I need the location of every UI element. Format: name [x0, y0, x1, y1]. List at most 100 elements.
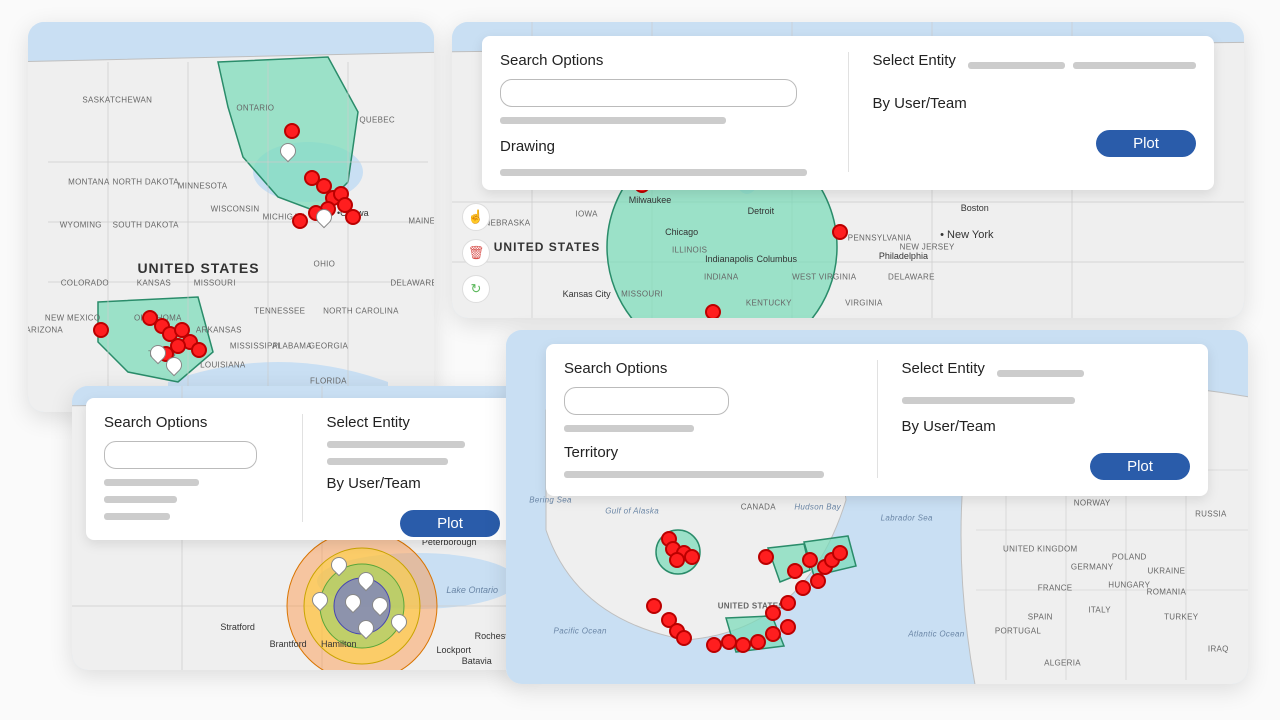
label-newmexico: NEW MEXICO: [45, 314, 100, 323]
search-panel-drawing: Search Options Drawing Select Entity By …: [482, 36, 1214, 190]
label-quebec: QUEBEC: [359, 115, 395, 124]
label-kansas: KANSAS: [137, 279, 171, 288]
label-ontario: ONTARIO: [236, 103, 274, 112]
map-marker[interactable]: [758, 549, 774, 565]
label-milwaukee: Milwaukee: [629, 195, 672, 205]
label-missouri: MISSOURI: [194, 279, 236, 288]
by-user-team-label: By User/Team: [327, 475, 501, 492]
map-marker[interactable]: [735, 637, 751, 653]
map-surface[interactable]: UNITED STATES ONTARIO QUEBEC •Ottawa SAS…: [28, 22, 434, 412]
label-kansascity: Kansas City: [563, 289, 611, 299]
placeholder-row: [564, 425, 694, 432]
label-delaware: DELAWARE: [390, 279, 434, 288]
label-france: FRANCE: [1038, 584, 1073, 593]
map-marker[interactable]: [676, 630, 692, 646]
label-labrador: Labrador Sea: [881, 513, 933, 522]
map-marker[interactable]: [284, 123, 300, 139]
map-marker[interactable]: [780, 619, 796, 635]
map-card-territory: Bering Sea Gulf of Alaska CANADA Hudson …: [506, 330, 1248, 684]
label-tennessee: TENNESSEE: [254, 306, 305, 315]
map-marker[interactable]: [832, 224, 848, 240]
map-marker[interactable]: [345, 209, 361, 225]
map-marker[interactable]: [810, 573, 826, 589]
tool-refresh-button[interactable]: ↻: [462, 275, 490, 303]
placeholder-row: [327, 458, 448, 465]
label-united-states: UNITED STATES: [494, 240, 601, 254]
placeholder-row: [1073, 62, 1196, 69]
label-indiana: INDIANA: [704, 272, 739, 281]
map-marker[interactable]: [93, 322, 109, 338]
map-card-regions: UNITED STATES ONTARIO QUEBEC •Ottawa SAS…: [28, 22, 434, 412]
label-illinois: ILLINOIS: [672, 245, 707, 254]
label-bering: Bering Sea: [529, 495, 572, 504]
label-iraq: IRAQ: [1208, 644, 1229, 653]
map-marker[interactable]: [765, 626, 781, 642]
label-poland: POLAND: [1112, 552, 1147, 561]
label-sask: SASKATCHEWAN: [82, 96, 152, 105]
map-marker[interactable]: [646, 598, 662, 614]
map-marker[interactable]: [795, 580, 811, 596]
label-indianapolis: Indianapolis: [705, 254, 753, 264]
label-montana: MONTANA: [68, 177, 110, 186]
search-options-label: Search Options: [564, 360, 853, 377]
by-user-team-label: By User/Team: [902, 418, 1191, 435]
map-marker[interactable]: [705, 304, 721, 318]
search-input[interactable]: [500, 79, 797, 107]
plot-button[interactable]: Plot: [1090, 453, 1190, 480]
search-options-label: Search Options: [104, 414, 278, 431]
label-colorado: COLORADO: [61, 279, 109, 288]
label-norway: NORWAY: [1074, 499, 1111, 508]
label-virginia: VIRGINIA: [845, 299, 883, 308]
label-newyork: • New York: [940, 229, 993, 241]
select-entity-label: Select Entity: [327, 414, 501, 431]
label-louisiana: LOUISIANA: [200, 361, 245, 370]
label-germany: GERMANY: [1071, 563, 1114, 572]
label-ncarolina: NORTH CAROLINA: [323, 306, 399, 315]
map-marker[interactable]: [292, 213, 308, 229]
label-russia: RUSSIA: [1195, 510, 1227, 519]
map-marker[interactable]: [802, 552, 818, 568]
tool-hand-button[interactable]: ☝: [462, 203, 490, 231]
search-input[interactable]: [564, 387, 729, 415]
map-marker[interactable]: [780, 595, 796, 611]
map-marker[interactable]: [684, 549, 700, 565]
label-italy: ITALY: [1088, 605, 1111, 614]
label-sdakota: SOUTH DAKOTA: [113, 220, 179, 229]
map-marker[interactable]: [721, 634, 737, 650]
label-westvirginia: WEST VIRGINIA: [792, 272, 856, 281]
placeholder-row: [104, 479, 199, 486]
label-hudson: Hudson Bay: [794, 503, 841, 512]
placeholder-row: [500, 117, 726, 124]
label-minnesota: MINNESOTA: [178, 181, 228, 190]
label-delaware: DELAWARE: [888, 272, 935, 281]
map-marker[interactable]: [706, 637, 722, 653]
label-canada: CANADA: [741, 503, 776, 512]
select-entity-label: Select Entity: [873, 52, 956, 69]
label-pacific: Pacific Ocean: [554, 626, 607, 635]
map-card-proximity: Peterborough Lake Ontario Stratford Bran…: [72, 386, 532, 670]
label-iowa: IOWA: [576, 210, 598, 219]
label-lakeontario: Lake Ontario: [446, 585, 498, 595]
label-florida: FLORIDA: [310, 376, 347, 385]
label-lockport: Lockport: [437, 645, 472, 655]
label-alabama: ALABAMA: [272, 341, 312, 350]
tool-delete-button[interactable]: 🗑: [462, 239, 490, 267]
label-wyoming: WYOMING: [60, 220, 102, 229]
placeholder-row: [564, 471, 824, 478]
map-marker[interactable]: [750, 634, 766, 650]
by-user-team-label: By User/Team: [873, 95, 967, 112]
map-marker[interactable]: [669, 552, 685, 568]
map-marker[interactable]: [787, 563, 803, 579]
label-arkansas: ARKANSAS: [196, 326, 242, 335]
plot-button[interactable]: Plot: [1096, 130, 1196, 157]
search-options-label: Search Options: [500, 52, 824, 69]
search-input[interactable]: [104, 441, 257, 469]
map-marker[interactable]: [832, 545, 848, 561]
plot-button[interactable]: Plot: [400, 510, 500, 537]
map-marker[interactable]: [765, 605, 781, 621]
map-marker[interactable]: [191, 342, 207, 358]
label-hamilton: Hamilton: [321, 639, 357, 649]
label-turkey: TURKEY: [1164, 612, 1198, 621]
label-ndakota: NORTH DAKOTA: [113, 177, 179, 186]
label-atlantic: Atlantic Ocean: [908, 630, 964, 639]
